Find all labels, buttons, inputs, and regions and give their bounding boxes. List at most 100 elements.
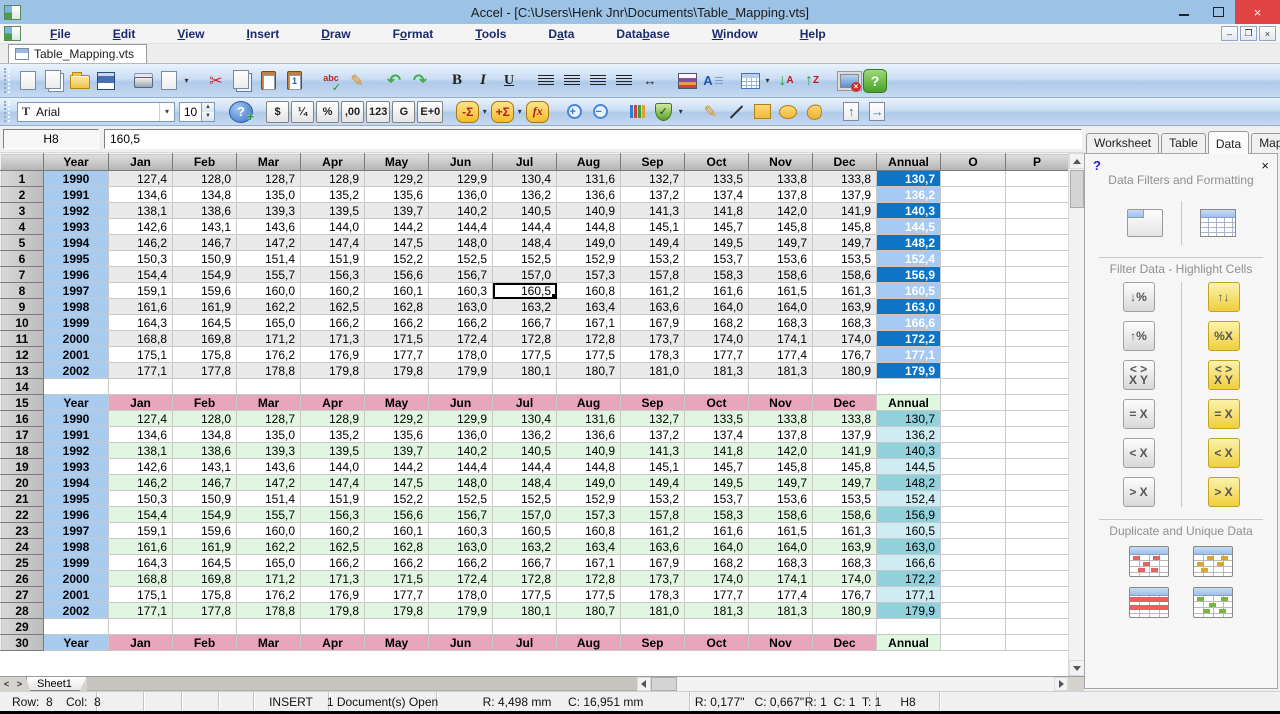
data-cell[interactable]: 177,7 [365,347,429,363]
font-size-input[interactable]: 10▲▼ [179,102,215,122]
empty-cell[interactable] [941,283,1006,299]
empty-cell[interactable] [557,379,621,395]
data-cell[interactable]: 146,7 [173,235,237,251]
empty-cell[interactable] [1006,603,1069,619]
data-cell[interactable]: 142,6 [109,219,173,235]
data-cell[interactable]: 133,8 [749,411,813,427]
data-cell[interactable]: 152,2 [365,491,429,507]
paste-icon[interactable] [256,69,280,93]
freeform-tool-icon[interactable] [802,101,826,123]
validate-icon[interactable]: ✓ [651,101,675,123]
data-cell[interactable]: 135,6 [365,427,429,443]
empty-cell[interactable] [1006,619,1069,635]
data-cell[interactable]: 140,9 [557,203,621,219]
data-cell[interactable]: 150,3 [109,491,173,507]
empty-cell[interactable] [1006,219,1069,235]
data-cell[interactable]: 132,7 [621,411,685,427]
data-cell[interactable]: 133,8 [813,171,877,187]
empty-cell[interactable] [941,491,1006,507]
block-header-oct[interactable]: Oct [685,395,749,411]
data-cell[interactable]: 144,4 [429,459,493,475]
data-cell[interactable]: 163,6 [621,299,685,315]
data-cell[interactable]: 147,2 [237,475,301,491]
data-cell[interactable]: 138,6 [173,443,237,459]
data-cell[interactable]: 171,2 [237,331,301,347]
empty-cell[interactable] [1006,491,1069,507]
row-header-7[interactable]: 7 [1,267,44,283]
empty-cell[interactable] [1006,443,1069,459]
block-header-aug[interactable]: Aug [557,395,621,411]
empty-cell[interactable] [877,619,941,635]
data-cell[interactable]: 179,8 [301,603,365,619]
data-cell[interactable]: 135,0 [237,427,301,443]
data-cell[interactable]: 141,8 [685,203,749,219]
block-header-annual[interactable]: Annual [877,395,941,411]
empty-cell[interactable] [941,171,1006,187]
data-cell[interactable]: 149,5 [685,235,749,251]
data-cell[interactable]: 144,4 [493,459,557,475]
format-painter-icon[interactable]: ✎ [345,69,369,93]
select-all-corner[interactable] [1,154,44,171]
remove-duplicate-rows-icon[interactable] [1129,587,1169,618]
data-cell[interactable]: 128,7 [237,171,301,187]
data-cell[interactable]: 177,5 [557,587,621,603]
data-cell[interactable]: 144,0 [301,219,365,235]
empty-cell[interactable] [1006,507,1069,523]
data-cell[interactable]: 143,6 [237,459,301,475]
data-cell[interactable]: 160,3 [429,283,493,299]
data-cell[interactable]: 176,2 [237,587,301,603]
data-cell[interactable]: 155,7 [237,507,301,523]
toolbar-drag-handle-2[interactable] [4,101,10,122]
row-header-14[interactable]: 14 [1,379,44,395]
row-header-22[interactable]: 22 [1,507,44,523]
data-cell[interactable]: 180,1 [493,603,557,619]
data-cell[interactable]: 156,6 [365,507,429,523]
annual-cell[interactable]: 136,2 [877,427,941,443]
data-cell[interactable]: 133,8 [749,171,813,187]
annual-cell[interactable]: 152,4 [877,251,941,267]
data-cell[interactable]: 158,6 [749,507,813,523]
autosum-plus-icon[interactable]: +Σ [491,101,514,123]
data-cell[interactable]: 147,4 [301,235,365,251]
function-icon[interactable]: fx [526,101,549,123]
year-cell[interactable]: 2001 [44,587,109,603]
data-cell[interactable]: 158,3 [685,507,749,523]
data-cell[interactable]: 134,6 [109,427,173,443]
year-cell[interactable]: 1998 [44,299,109,315]
data-cell[interactable]: 177,7 [365,587,429,603]
new-document-icon[interactable] [16,69,40,93]
data-cell[interactable]: 158,3 [685,267,749,283]
panel-tab-map[interactable]: Map [1251,133,1280,153]
italic-button[interactable]: I [471,69,495,93]
data-cell[interactable]: 146,2 [109,235,173,251]
data-cell[interactable]: 156,6 [365,267,429,283]
undo-icon[interactable]: ↶ [382,69,406,93]
data-cell[interactable]: 180,9 [813,363,877,379]
data-cell[interactable]: 156,3 [301,507,365,523]
data-cell[interactable]: 149,4 [621,475,685,491]
empty-cell[interactable] [941,203,1006,219]
data-cell[interactable]: 177,7 [685,347,749,363]
data-cell[interactable]: 136,0 [429,187,493,203]
annual-cell[interactable]: 156,9 [877,507,941,523]
annual-cell[interactable]: 166,6 [877,555,941,571]
menu-format[interactable]: Format [372,25,455,43]
decimal-format-button[interactable]: ,00 [341,101,364,123]
cell-format-icon[interactable] [675,69,699,93]
data-cell[interactable]: 140,2 [429,203,493,219]
cell-reference-box[interactable]: H8 [3,129,99,149]
empty-cell[interactable] [941,315,1006,331]
data-cell[interactable]: 153,7 [685,491,749,507]
annual-cell[interactable]: 144,5 [877,219,941,235]
bold-button[interactable]: B [445,69,469,93]
data-cell[interactable]: 163,2 [493,539,557,555]
column-header-apr[interactable]: Apr [301,154,365,171]
empty-cell[interactable] [749,379,813,395]
data-cell[interactable]: 164,0 [685,539,749,555]
toolbar-drag-handle[interactable] [4,68,10,93]
filter-less-than-button[interactable]: < X [1123,438,1155,468]
empty-cell[interactable] [237,619,301,635]
empty-cell[interactable] [1006,171,1069,187]
vertical-scrollbar[interactable] [1068,153,1084,676]
data-cell[interactable]: 175,8 [173,587,237,603]
